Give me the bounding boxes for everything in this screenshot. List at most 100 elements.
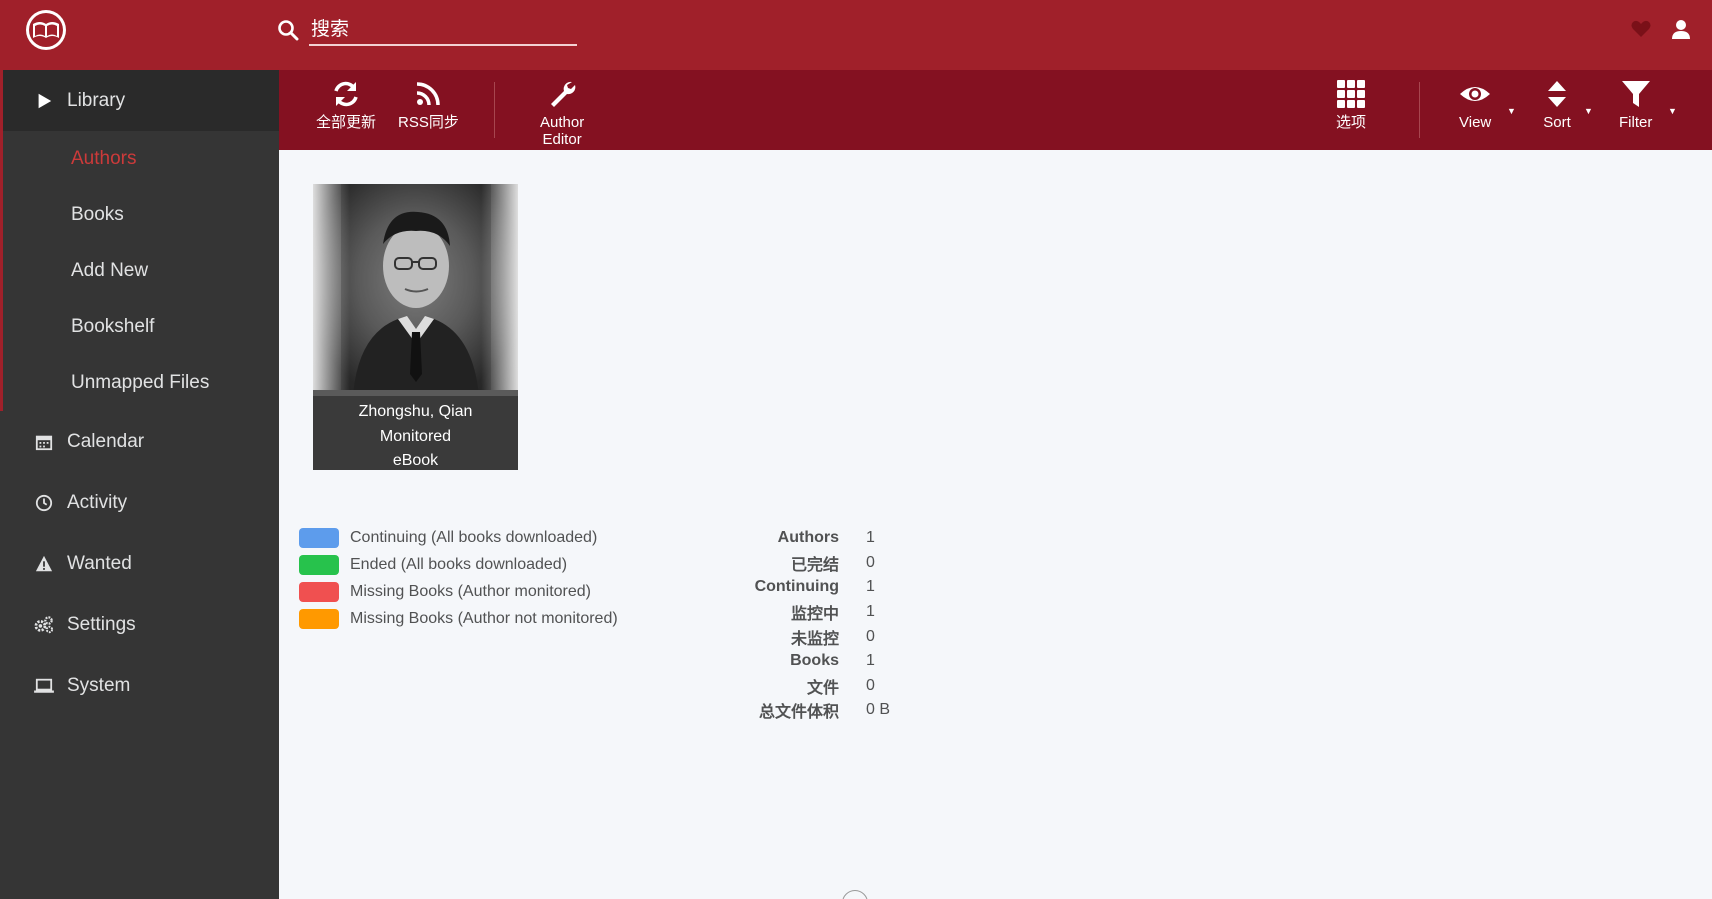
legend-label: Ended (All books downloaded) [350,555,568,573]
stat-row: 未监控 0 [679,624,890,649]
sort-dropdown-caret-icon[interactable]: ▼ [1584,106,1593,116]
stat-row: Books 1 [679,649,890,674]
sidebar-item-books[interactable]: Books [3,187,279,243]
search-bar [277,14,577,46]
sidebar-item-library[interactable]: Library [0,70,279,131]
sidebar-item-calendar[interactable]: Calendar [0,411,279,472]
scroll-top-icon[interactable] [842,890,868,899]
legend-swatch [299,554,339,575]
legend-item: Missing Books (Author not monitored) [299,605,618,632]
stat-label: Books [790,652,839,670]
stat-value: 1 [866,578,875,596]
sidebar-item-label: Library [67,89,126,111]
main-content: Zhongshu, Qian Monitored eBook Continuin… [279,150,1712,899]
author-profile: eBook [392,452,439,469]
stat-row: 已完结 0 [679,551,890,576]
stat-value: 1 [866,529,875,547]
rss-sync-button[interactable]: RSS同步 [398,78,459,131]
filter-dropdown-caret-icon[interactable]: ▼ [1668,106,1677,116]
stat-row: 文件 0 [679,674,890,699]
rss-icon [417,82,441,106]
sidebar-item-authors[interactable]: Authors [3,131,279,187]
options-button[interactable]: 选项 [1335,78,1367,131]
update-all-button[interactable]: 全部更新 [316,78,376,131]
gears-icon [34,615,54,635]
header-actions [1630,18,1692,40]
sort-label: Sort [1543,114,1571,131]
stat-row: 监控中 1 [679,600,890,625]
legend-swatch [299,608,339,629]
view-button[interactable]: View [1459,78,1491,131]
legend-item: Continuing (All books downloaded) [299,524,618,551]
legend-swatch [299,527,339,548]
filter-button[interactable]: Filter [1619,78,1652,131]
top-header [0,0,1712,70]
sidebar-item-wanted[interactable]: Wanted [0,533,279,594]
sidebar-item-activity[interactable]: Activity [0,472,279,533]
update-all-label: 全部更新 [316,114,377,131]
view-dropdown-caret-icon[interactable]: ▼ [1507,106,1516,116]
eye-icon [1460,87,1491,101]
filter-label: Filter [1619,114,1653,131]
toolbar-separator [494,82,495,138]
search-icon [277,19,299,41]
stat-value: 0 [866,627,875,645]
calendar-icon [34,432,54,452]
heart-icon[interactable] [1630,18,1652,40]
sidebar-item-add-new[interactable]: Add New [3,243,279,299]
stat-value: 0 B [866,701,891,719]
author-editor-button[interactable]: Author Editor [540,78,584,148]
app-logo[interactable] [24,8,68,52]
stat-value: 0 [866,676,875,694]
sidebar-item-settings[interactable]: Settings [0,594,279,655]
stat-value: 1 [866,603,875,621]
legend-label: Missing Books (Author not monitored) [350,609,618,627]
stat-value: 0 [866,553,875,571]
author-status: Monitored [379,427,452,445]
clock-icon [34,493,54,513]
legend-label: Continuing (All books downloaded) [350,528,598,546]
author-editor-label-1: Author [540,114,585,131]
play-icon [34,91,54,111]
wrench-icon [551,81,576,107]
sidebar: Library Authors Books Add New Bookshelf … [0,70,279,899]
sidebar-item-unmapped-files[interactable]: Unmapped Files [3,355,279,411]
toolbar-separator [1419,82,1420,138]
sidebar-item-bookshelf[interactable]: Bookshelf [3,299,279,355]
stat-label: Continuing [754,578,839,596]
author-editor-label-2: Editor [542,131,582,148]
author-portrait-image [341,184,491,396]
legend-item: Missing Books (Author monitored) [299,578,618,605]
author-card[interactable]: Zhongshu, Qian Monitored eBook [313,184,518,470]
sidebar-item-label: Wanted [67,552,132,574]
library-stats: Authors 1 已完结 0 Continuing 1 监控中 1 未监控 0 Books 1 文件 0… [679,526,890,723]
rss-sync-label: RSS同步 [398,114,459,131]
author-name[interactable]: Zhongshu, Qian [313,400,518,425]
view-label: View [1459,114,1492,131]
page-toolbar: 全部更新 RSS同步 Author Editor 选项 View ▼ Sort … [279,70,1712,150]
author-card-info: Zhongshu, Qian Monitored eBook [313,396,518,470]
stat-value: 1 [866,652,875,670]
legend-label: Missing Books (Author monitored) [350,582,591,600]
options-label: 选项 [1335,114,1366,131]
sidebar-item-label: System [67,674,131,696]
stat-label: 监控中 [790,606,839,624]
grid-icon [1337,80,1365,108]
refresh-icon [334,81,358,107]
sidebar-item-label: Activity [67,491,128,513]
sort-icon [1548,81,1566,107]
sidebar-item-label: Settings [67,613,136,635]
sidebar-item-system[interactable]: System [0,655,279,716]
status-legend: Continuing (All books downloaded) Ended (… [299,524,618,632]
sort-button[interactable]: Sort [1541,78,1573,131]
user-icon[interactable] [1670,18,1692,40]
stat-label: 已完结 [790,556,839,574]
stat-label: 总文件体积 [758,704,839,722]
stat-row: 总文件体积 0 B [679,698,890,723]
stat-label: Authors [777,529,839,547]
author-poster[interactable] [313,184,518,396]
library-submenu: Authors Books Add New Bookshelf Unmapped… [0,131,279,411]
search-input[interactable] [309,14,577,46]
stat-row: Continuing 1 [679,575,890,600]
stat-label: 未监控 [790,630,839,648]
